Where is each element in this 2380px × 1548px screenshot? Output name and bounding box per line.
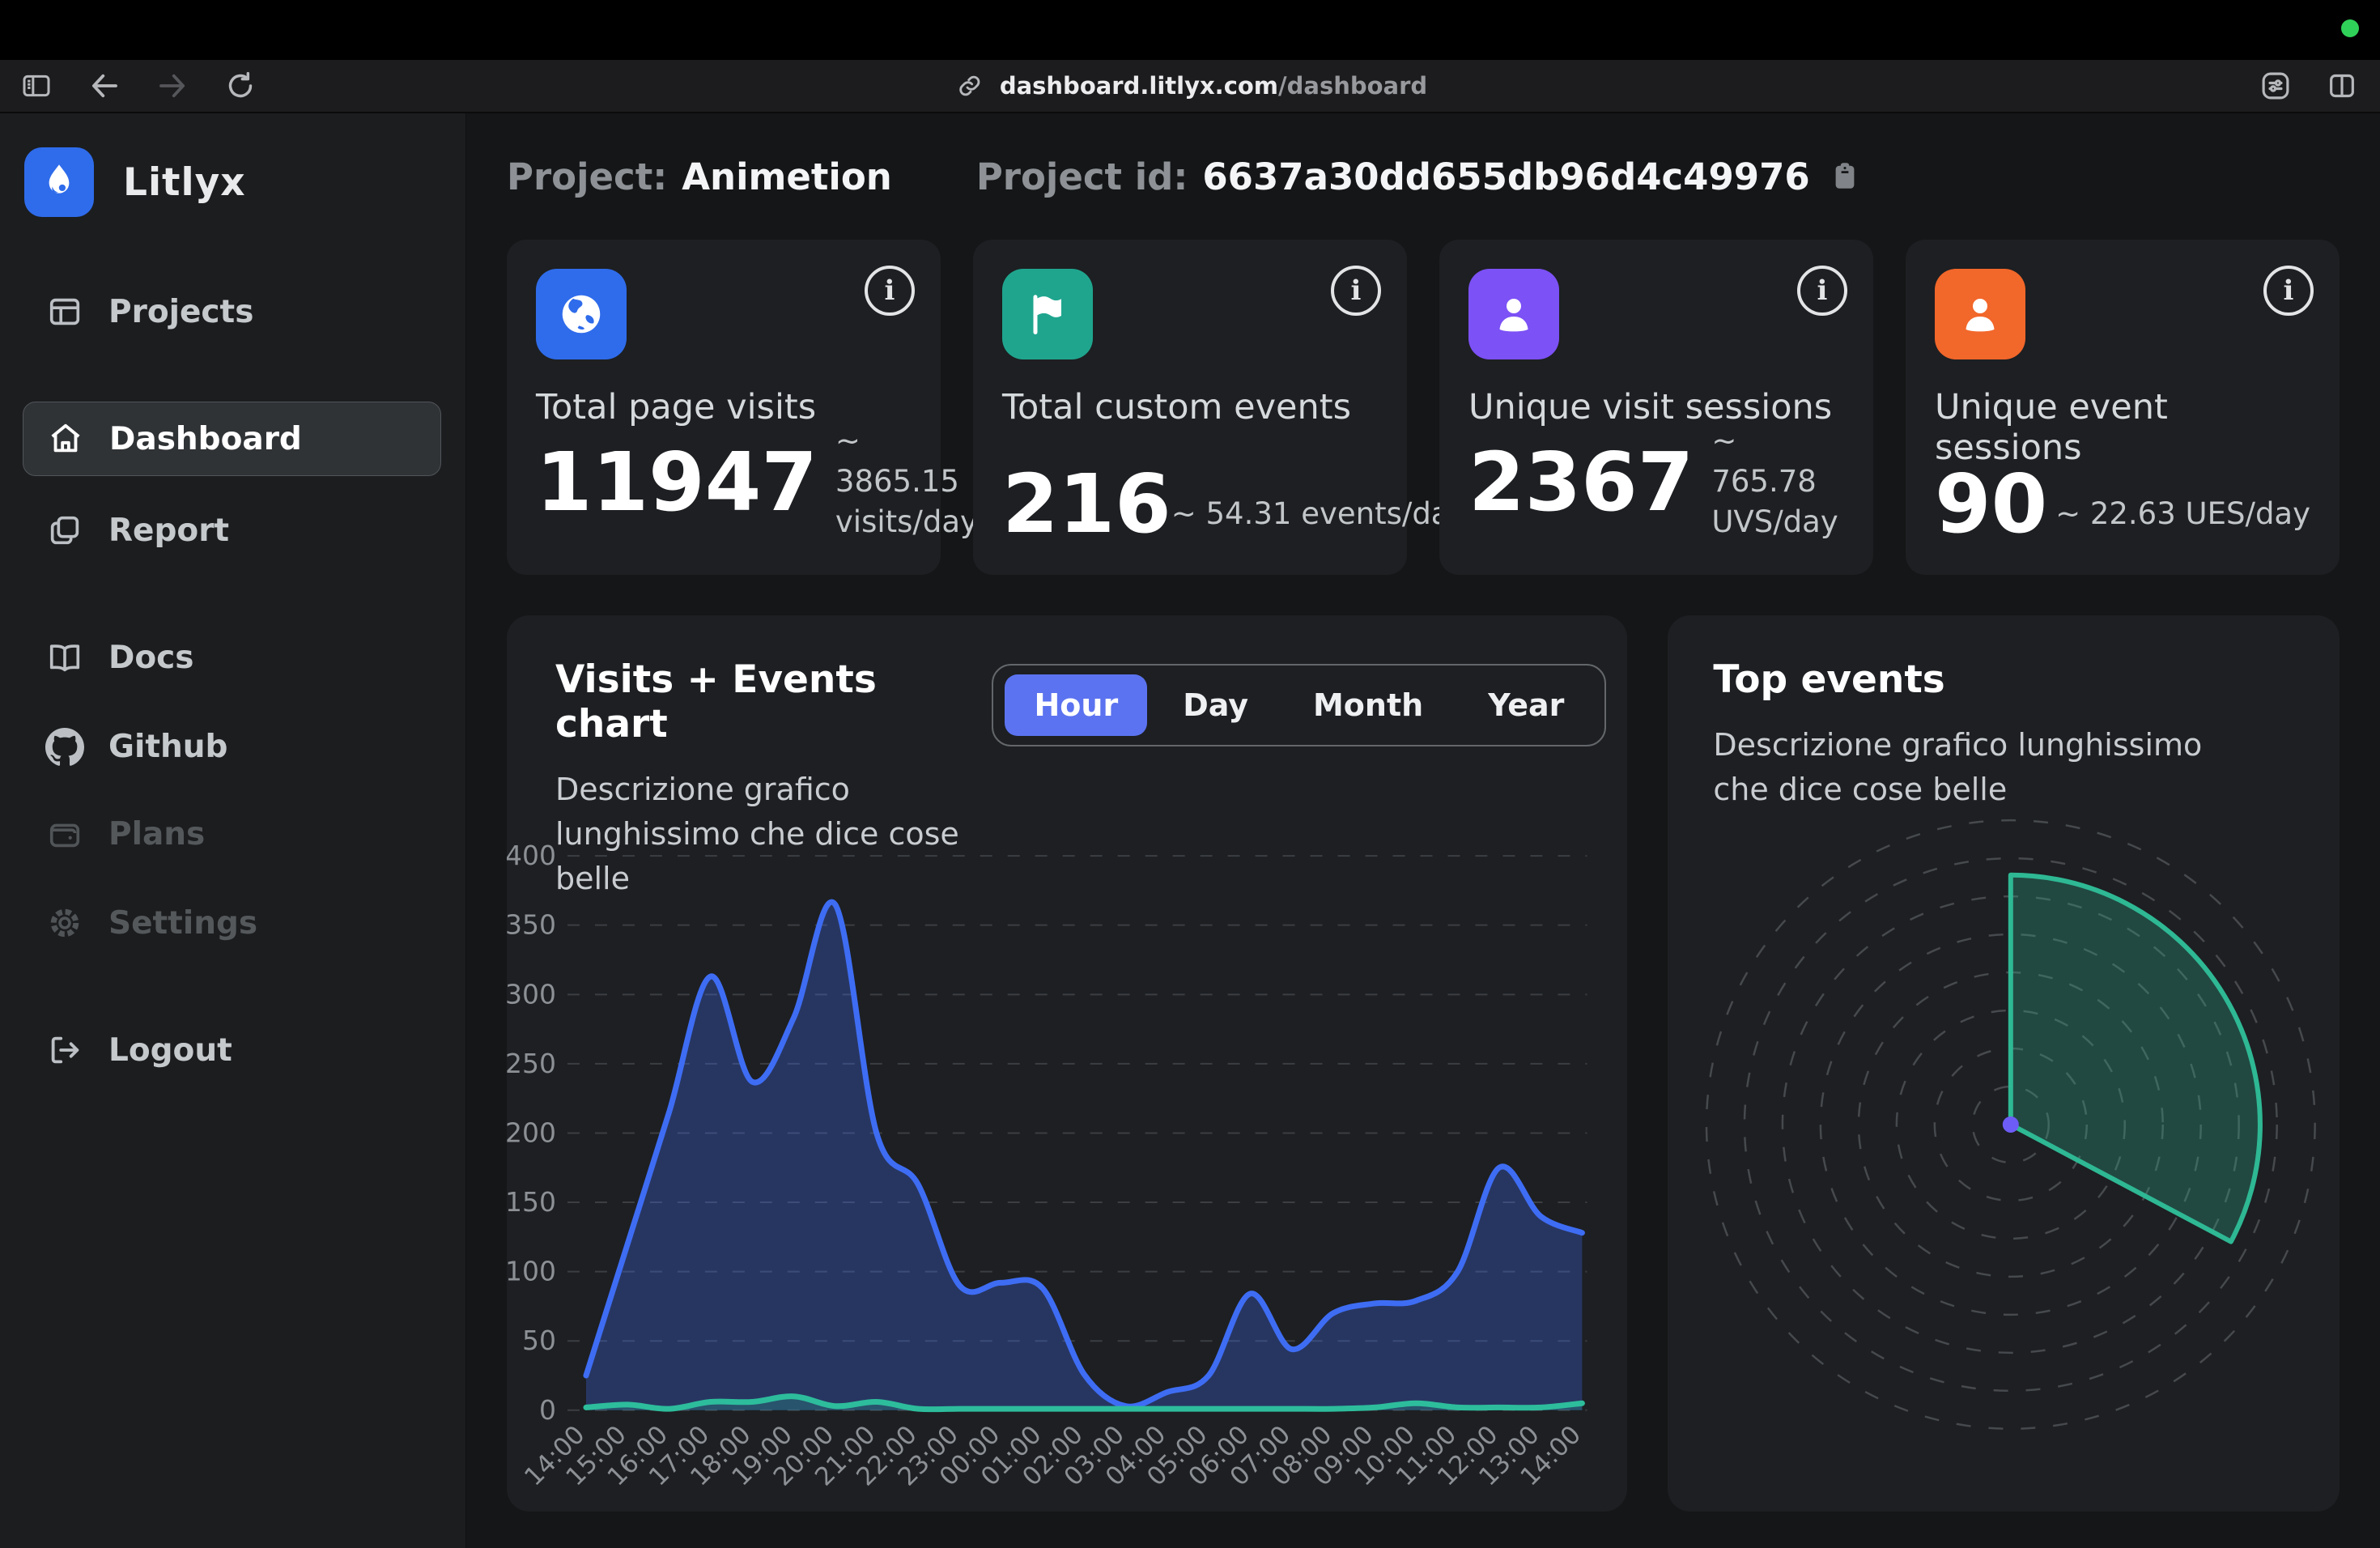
sidebar-item-label: Dashboard <box>109 421 302 457</box>
visits-events-line-chart: 05010015020025030035040014:0015:0016:001… <box>507 615 1627 1512</box>
stat-value: 11947 <box>536 444 818 521</box>
sidebar-item-label: Docs <box>108 640 194 676</box>
browser-toolbar: dashboard.litlyx.com/dashboard <box>0 60 2380 113</box>
project-id-label: Project id: <box>976 155 1188 198</box>
info-icon[interactable]: i <box>2263 266 2314 316</box>
stats-row: i Total page visits 11947 ~ 3865.15 visi… <box>507 240 2340 575</box>
user-icon <box>1935 269 2025 359</box>
stat-card-unique-event-sessions: i Unique event sessions 90 ~ 22.63 UES/d… <box>1906 240 2340 575</box>
svg-text:400: 400 <box>507 840 556 871</box>
recording-indicator-dot <box>2341 19 2359 37</box>
brand-name: Litlyx <box>123 160 246 205</box>
stat-sub: ~ 54.31 events/day <box>1171 494 1468 542</box>
page-header: Project: Animetion Project id: 6637a30dd… <box>507 155 2340 202</box>
sidebar-item-label: Settings <box>108 905 257 942</box>
stat-sub: ~ 765.78 UVS/day <box>1711 421 1844 542</box>
sidebar-item-logout[interactable]: Logout <box>0 1019 465 1081</box>
info-icon[interactable]: i <box>865 266 915 316</box>
sidebar-item-plans[interactable]: Plans <box>0 803 465 865</box>
svg-text:100: 100 <box>507 1256 556 1287</box>
svg-text:50: 50 <box>522 1325 556 1356</box>
sidebar-item-settings[interactable]: Settings <box>0 892 465 954</box>
flag-icon <box>1002 269 1093 359</box>
svg-text:350: 350 <box>507 909 556 941</box>
wallet-icon <box>45 814 84 853</box>
projects-icon <box>45 292 84 331</box>
stat-card-total-custom-events: i Total custom events 216 ~ 54.31 events… <box>973 240 1407 575</box>
top-events-polar-chart <box>1668 615 2340 1512</box>
stat-card-total-page-visits: i Total page visits 11947 ~ 3865.15 visi… <box>507 240 941 575</box>
forward-button[interactable] <box>155 69 189 103</box>
stat-value: 90 <box>1935 466 2047 542</box>
sidebar-item-label: Plans <box>108 816 205 853</box>
top-events-chart-card: Top events Descrizione grafico lunghissi… <box>1668 615 2340 1512</box>
home-icon <box>46 419 85 458</box>
stat-value: 2367 <box>1468 444 1694 521</box>
sidebar-item-dashboard[interactable]: Dashboard <box>23 402 441 476</box>
sidebar-item-label: Report <box>108 512 229 549</box>
sidebar-item-label: Projects <box>108 294 253 330</box>
svg-text:250: 250 <box>507 1048 556 1079</box>
stat-label: Unique event sessions <box>1935 387 2310 468</box>
stat-label: Total custom events <box>1002 387 1378 427</box>
stat-sub: ~ 3865.15 visits/day <box>835 421 978 542</box>
sidebar-item-report[interactable]: Report <box>0 500 465 561</box>
report-copy-icon <box>45 511 84 550</box>
svg-text:300: 300 <box>507 978 556 1010</box>
reload-button[interactable] <box>223 69 257 103</box>
project-name: Animetion <box>682 155 892 198</box>
reader-options-icon[interactable] <box>2259 69 2293 103</box>
menu-bar <box>0 0 2380 60</box>
litlyx-logo <box>24 147 94 217</box>
stat-card-unique-visit-sessions: i Unique visit sessions 2367 ~ 765.78 UV… <box>1439 240 1873 575</box>
url-host: dashboard.litlyx.com <box>1000 72 1278 100</box>
svg-text:0: 0 <box>539 1394 556 1426</box>
link-icon <box>953 69 987 103</box>
sidebar: Litlyx Projects Dashboard <box>0 113 466 1548</box>
stat-sub: ~ 22.63 UES/day <box>2055 494 2310 542</box>
back-button[interactable] <box>87 69 121 103</box>
info-icon[interactable]: i <box>1331 266 1381 316</box>
main-content: Project: Animetion Project id: 6637a30dd… <box>466 113 2380 1548</box>
sidebar-item-label: Logout <box>108 1032 232 1069</box>
sidebar-item-projects[interactable]: Projects <box>0 281 465 342</box>
sidebar-item-github[interactable]: Github <box>0 716 465 777</box>
visits-events-chart-card: Visits + Events chart Descrizione grafic… <box>507 615 1627 1512</box>
sidebar-item-docs[interactable]: Docs <box>0 627 465 688</box>
copy-clipboard-icon[interactable] <box>1828 159 1862 196</box>
globe-icon <box>536 269 627 359</box>
svg-text:200: 200 <box>507 1116 556 1148</box>
address-bar[interactable]: dashboard.litlyx.com/dashboard <box>953 60 1427 112</box>
sidebar-nav: Projects Dashboard Report <box>0 281 465 1081</box>
docs-book-icon <box>45 638 84 677</box>
project-id-value: 6637a30dd655db96d4c49976 <box>1202 155 1809 198</box>
stat-value: 216 <box>1002 466 1171 542</box>
github-icon <box>45 727 84 766</box>
svg-text:150: 150 <box>507 1186 556 1218</box>
user-icon <box>1468 269 1559 359</box>
split-view-icon[interactable] <box>2325 69 2359 103</box>
gear-icon <box>45 904 84 942</box>
logout-icon <box>45 1031 84 1070</box>
url-path: /dashboard <box>1278 72 1427 100</box>
project-label: Project: <box>507 155 667 198</box>
sidebar-item-label: Github <box>108 729 227 765</box>
info-icon[interactable]: i <box>1797 266 1847 316</box>
sidebar-toggle-icon[interactable] <box>19 69 53 103</box>
